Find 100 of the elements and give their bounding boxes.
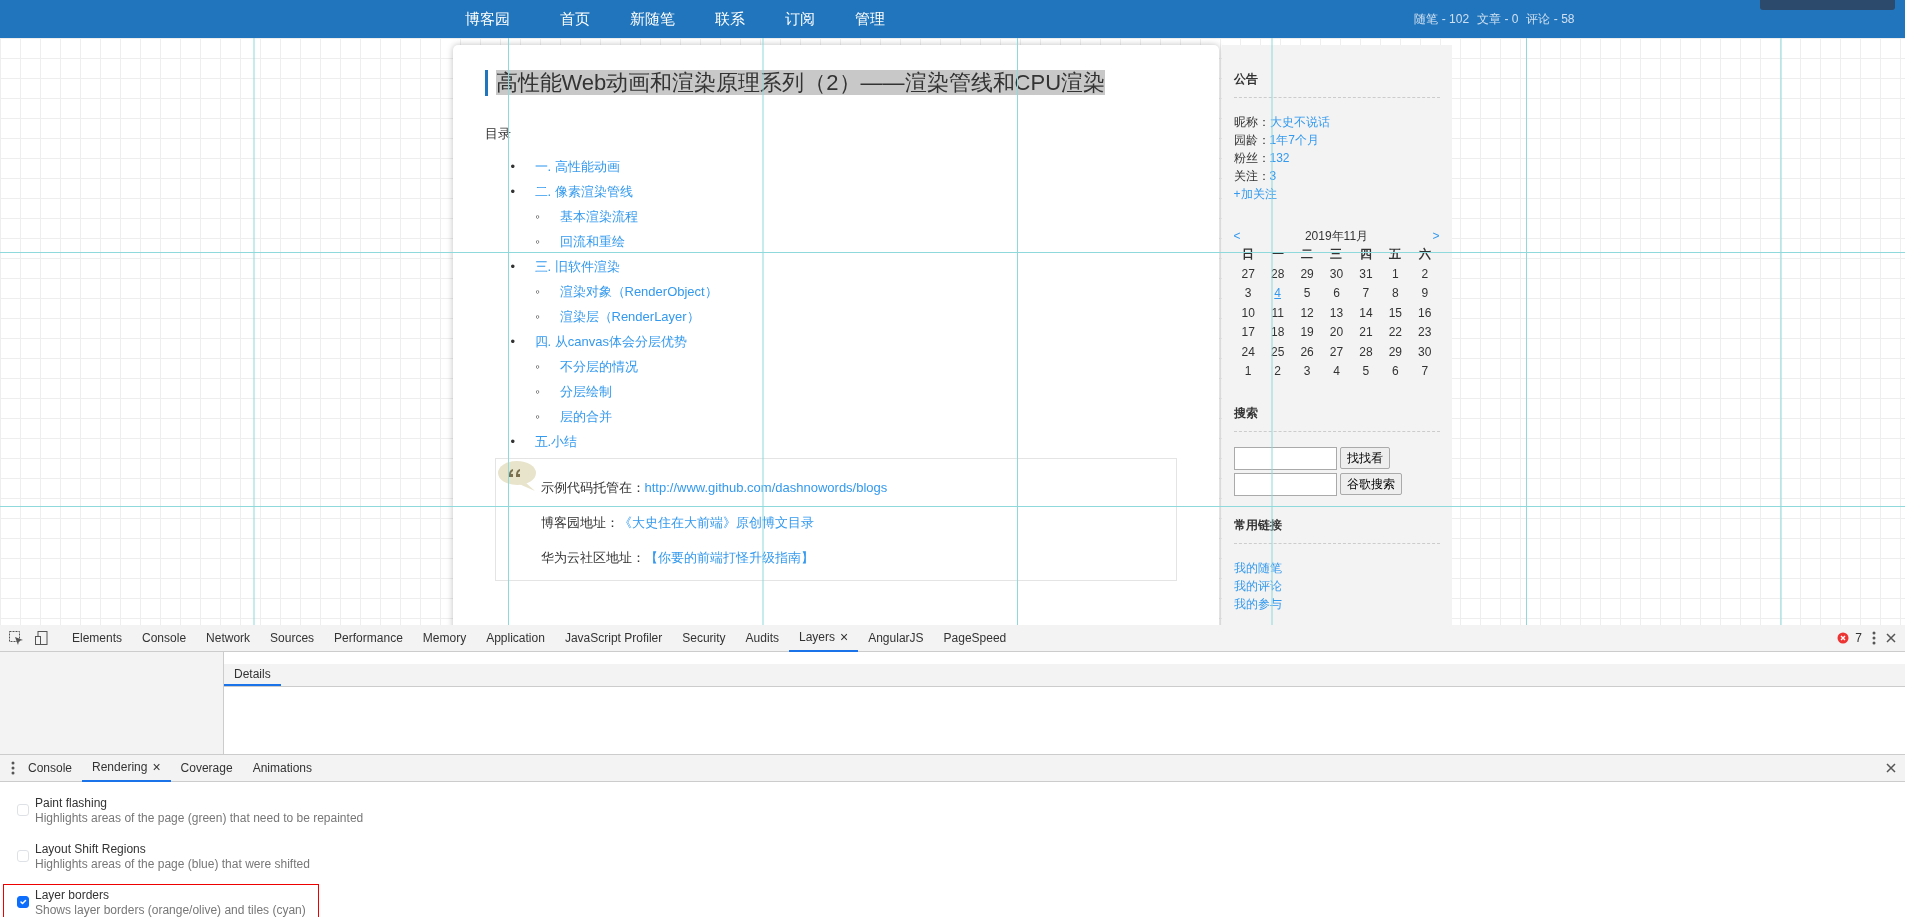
calendar-day: 19 — [1300, 325, 1314, 339]
devtools-tab[interactable]: Animations — [242, 754, 322, 782]
nav-link[interactable]: 订阅 — [784, 7, 815, 31]
calendar-day: 1 — [1244, 364, 1252, 378]
blog-stat: 评论 - 58 — [1526, 12, 1575, 27]
calendar-day: 4 — [1333, 364, 1340, 378]
devtools-tab[interactable]: Elements — [62, 624, 133, 652]
calendar-day: 17 — [1241, 325, 1255, 339]
calendar-day: 5 — [1362, 364, 1370, 378]
calendar-day: 21 — [1359, 325, 1373, 339]
calendar-day: 16 — [1418, 305, 1432, 320]
devtools-tab[interactable]: Layers × — [788, 624, 859, 652]
devtools-tab[interactable]: AngularJS — [858, 624, 934, 652]
devtools-tab[interactable]: Application — [476, 624, 555, 652]
profile-value-link[interactable]: 大史不说话 — [1269, 115, 1330, 129]
devtools-tab[interactable]: Memory — [412, 624, 477, 652]
toc-link[interactable]: 五.小结 — [534, 433, 578, 449]
bullet-marker: • — [510, 432, 517, 451]
quote-link[interactable]: http://www.github.com/dashnowords/blogs — [644, 479, 888, 495]
toc-link[interactable]: 四. 从canvas体会分层优势 — [534, 333, 687, 349]
calendar-day: 8 — [1391, 286, 1399, 300]
quote-label: 华为云社区地址： — [540, 549, 645, 565]
toc-link[interactable]: 一. 高性能动画 — [534, 158, 620, 174]
close-drawer-icon[interactable] — [1885, 762, 1897, 774]
sidebar-link[interactable]: 我的随笔 — [1233, 560, 1282, 575]
calendar-day: 12 — [1300, 305, 1314, 320]
quote-bubble-icon — [496, 459, 537, 492]
bullet-marker: ◦ — [535, 282, 542, 301]
option-description: Highlights areas of the page (green) that need to be repainted — [35, 811, 364, 826]
devtools-tab[interactable]: Audits — [735, 624, 789, 652]
devtools-tab[interactable]: Console — [18, 754, 83, 782]
toc-link[interactable]: 层的合并 — [559, 408, 612, 424]
inspect-icon[interactable] — [8, 630, 24, 646]
bullet-marker: ◦ — [535, 407, 542, 426]
profile-label: 园龄： — [1233, 133, 1270, 147]
toc-link[interactable]: 渲染层（RenderLayer） — [559, 308, 700, 324]
search-button[interactable]: 谷歌搜索 — [1339, 473, 1402, 496]
calendar-day: 11 — [1271, 305, 1284, 320]
toc-link[interactable]: 不分层的情况 — [559, 358, 638, 374]
option-title: Layout Shift Regions — [35, 842, 147, 857]
toc-link[interactable]: 基本渲染流程 — [559, 208, 638, 224]
error-icon[interactable] — [1836, 632, 1849, 644]
calendar-day: 6 — [1333, 286, 1340, 300]
sidebar-link[interactable]: 我的评论 — [1233, 578, 1282, 593]
close-tab-icon[interactable]: × — [840, 626, 849, 648]
profile-value-link[interactable]: 132 — [1269, 151, 1290, 165]
devtools-tab[interactable]: Network — [196, 624, 261, 652]
search-button[interactable]: 找找看 — [1339, 447, 1390, 469]
toc-link[interactable]: 三. 旧软件渲染 — [534, 258, 620, 274]
calendar-day: 29 — [1388, 344, 1402, 359]
nav-link[interactable]: 新随笔 — [629, 7, 675, 31]
close-tab-icon[interactable]: × — [152, 756, 161, 778]
devtools-tab[interactable]: JavaScript Profiler — [554, 624, 673, 652]
toc-link[interactable]: 回流和重绘 — [559, 233, 625, 249]
search-field[interactable] — [1233, 446, 1337, 470]
next-month-link[interactable]: > — [1432, 227, 1440, 245]
devtools-tab[interactable]: Performance — [324, 624, 413, 652]
calendar-day: 23 — [1418, 325, 1432, 339]
profile-value-link[interactable]: 3 — [1269, 169, 1277, 183]
site-brand-link[interactable]: 博客园 — [464, 7, 510, 31]
toc-link[interactable]: 分层绘制 — [559, 383, 612, 399]
devtools-tab[interactable]: Rendering × — [82, 754, 171, 782]
bullet-marker: ◦ — [535, 232, 542, 251]
toc-link[interactable]: 渲染对象（RenderObject） — [559, 283, 718, 299]
sidebar-link[interactable]: 我的参与 — [1233, 596, 1282, 611]
devtools-tab[interactable]: Coverage — [170, 754, 243, 782]
devtools-tab[interactable]: PageSpeed — [933, 624, 1017, 652]
calendar-day: 3 — [1244, 286, 1252, 300]
prev-month-link[interactable]: < — [1233, 227, 1241, 245]
bullet-marker: ◦ — [535, 307, 542, 326]
links-heading: 常用链接 — [1233, 515, 1440, 544]
nav-link[interactable]: 联系 — [714, 7, 745, 31]
calendar-day: 27 — [1329, 344, 1344, 359]
calendar-title: 2019年11月 — [1304, 228, 1369, 245]
calendar-day: 14 — [1359, 305, 1373, 320]
calendar-day-link[interactable]: 4 — [1274, 286, 1281, 300]
nav-link[interactable]: 首页 — [559, 7, 590, 31]
search-field[interactable] — [1233, 472, 1337, 496]
calendar-day: 26 — [1300, 344, 1314, 359]
follow-link[interactable]: +加关注 — [1233, 185, 1277, 203]
quote-link[interactable]: 【你要的前端打怪升级指南】 — [644, 549, 814, 565]
weekday-header: 一 — [1270, 246, 1285, 263]
toc-link[interactable]: 二. 像素渲染管线 — [534, 183, 633, 199]
calendar-day: 20 — [1329, 325, 1344, 339]
device-toolbar-icon[interactable] — [34, 630, 50, 646]
devtools-tab[interactable]: Sources — [260, 624, 325, 652]
devtools-tab[interactable]: Security — [672, 624, 736, 652]
profile-value-link[interactable]: 1年7个月 — [1269, 133, 1319, 147]
search-heading: 搜索 — [1233, 403, 1440, 432]
devtools-tab[interactable]: Console — [132, 624, 197, 652]
option-title: Layer borders — [35, 888, 111, 903]
nav-link[interactable]: 管理 — [854, 7, 885, 31]
bullet-marker: • — [510, 332, 517, 351]
close-icon[interactable] — [1885, 632, 1897, 644]
quote-link[interactable]: 《大史住在大前端》原创博文目录 — [618, 514, 814, 530]
option-checkbox[interactable] — [17, 896, 29, 908]
profile-label: 昵称： — [1233, 115, 1270, 129]
blog-stat: 文章 - 0 — [1477, 12, 1519, 27]
calendar-day: 18 — [1270, 325, 1285, 339]
details-tab[interactable]: Details — [224, 664, 281, 686]
